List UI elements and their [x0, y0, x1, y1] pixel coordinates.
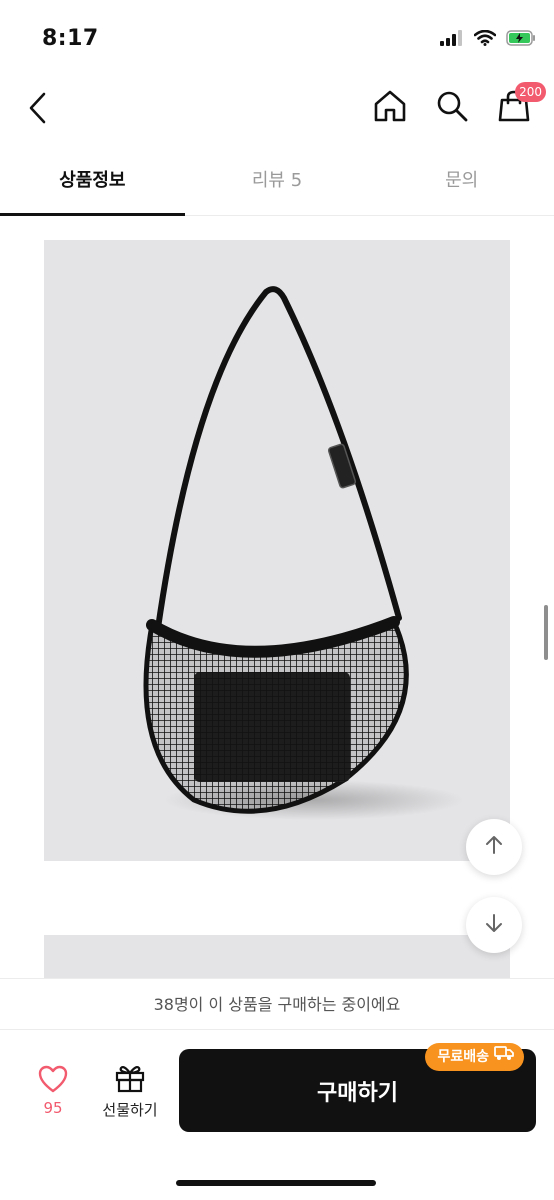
- chevron-left-icon: [28, 92, 48, 128]
- free-shipping-label: 무료배송: [437, 1049, 489, 1065]
- scrollbar[interactable]: [544, 605, 548, 660]
- buy-button-label: 구매하기: [317, 1080, 398, 1106]
- cart-count-badge: 200: [515, 82, 546, 102]
- cart-button[interactable]: 200: [494, 82, 546, 128]
- status-bar: 8:17: [0, 0, 554, 80]
- battery-charging-icon: [506, 30, 536, 50]
- signal-icon: [440, 30, 464, 50]
- status-icons: [440, 29, 536, 50]
- arrow-up-icon: [483, 834, 505, 860]
- wifi-icon: [473, 29, 497, 50]
- like-count: 95: [43, 1099, 63, 1117]
- search-button[interactable]: [432, 88, 472, 128]
- nav-bar: 200: [0, 80, 554, 140]
- gift-label: 선물하기: [102, 1101, 158, 1119]
- product-image: [44, 240, 510, 861]
- back-button[interactable]: [20, 90, 56, 130]
- truck-icon: [494, 1043, 514, 1071]
- tab-inquiry[interactable]: 문의: [369, 150, 554, 215]
- tab-reviews[interactable]: 리뷰 5: [185, 150, 370, 215]
- free-shipping-badge: 무료배송: [425, 1043, 524, 1071]
- heart-icon: [38, 1065, 68, 1097]
- purchase-activity-text: 38명이 이 상품을 구매하는 중이에요: [0, 978, 554, 1030]
- gift-icon: [114, 1066, 146, 1097]
- arrow-down-icon: [483, 912, 505, 938]
- home-indicator: [176, 1180, 376, 1186]
- product-tabs: 상품정보 리뷰 5 문의: [0, 150, 554, 216]
- scroll-bottom-button[interactable]: [466, 897, 522, 953]
- bottom-action-bar: 95 선물하기 구매하기 무료배송: [0, 1031, 554, 1200]
- search-icon: [435, 89, 469, 127]
- like-button[interactable]: 95: [28, 1065, 78, 1117]
- tab-product-info[interactable]: 상품정보: [0, 150, 185, 216]
- scroll-top-button[interactable]: [466, 819, 522, 875]
- home-button[interactable]: [370, 88, 410, 128]
- status-time: 8:17: [42, 26, 99, 51]
- nav-actions: 200: [370, 82, 546, 128]
- home-icon: [373, 89, 407, 127]
- gift-button[interactable]: 선물하기: [94, 1063, 166, 1120]
